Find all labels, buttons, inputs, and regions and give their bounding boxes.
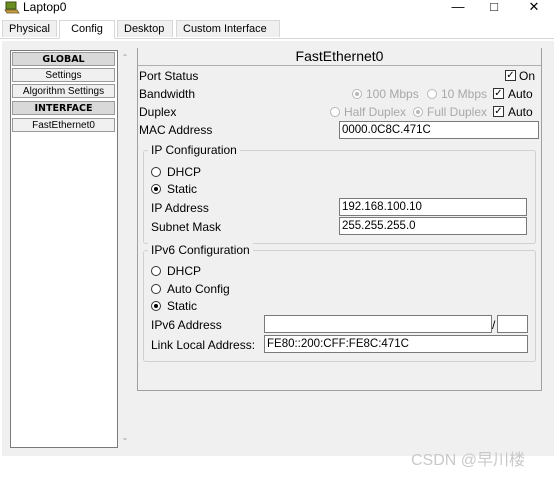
bandwidth-10-radio[interactable] [427, 89, 437, 99]
ipv6-static-label: Static [167, 299, 198, 313]
tab-physical[interactable]: Physical [2, 20, 57, 37]
sidebar-item-fastethernet0[interactable]: FastEthernet0 [12, 118, 115, 132]
ip-address-label: IP Address [151, 201, 209, 215]
scroll-up-icon[interactable]: ⌃ [118, 52, 132, 64]
sidebar-header-interface: INTERFACE [12, 101, 115, 115]
ip-static-label: Static [167, 182, 198, 196]
duplex-auto-label: Auto [508, 105, 533, 119]
ipv6-config-title: IPv6 Configuration [148, 243, 253, 257]
duplex-label: Duplex [139, 105, 177, 119]
panel-title: FastEthernet0 [138, 48, 541, 66]
port-status-label: Port Status [139, 69, 199, 83]
maximize-icon[interactable]: □ [486, 0, 502, 14]
sidebar-header-global: GLOBAL [12, 52, 115, 66]
ip-static-radio[interactable] [151, 184, 161, 194]
watermark: CSDN @早川楼 [411, 452, 526, 469]
mac-address-label: MAC Address [139, 123, 213, 137]
window-title: Laptop0 [23, 0, 67, 14]
mac-address-field[interactable]: 0000.0C8C.471C [339, 121, 539, 139]
ipv6-dhcp-label: DHCP [167, 264, 202, 278]
tab-custom-interface[interactable]: Custom Interface [176, 20, 280, 37]
bandwidth-100-radio[interactable] [352, 89, 362, 99]
subnet-mask-field[interactable]: 255.255.255.0 [339, 217, 527, 235]
ip-address-field[interactable]: 192.168.100.10 [339, 198, 527, 216]
ipv6-prefix-field[interactable] [497, 315, 528, 333]
bandwidth-label: Bandwidth [139, 87, 196, 101]
ip-config-title: IP Configuration [148, 143, 240, 157]
ip-dhcp-label: DHCP [167, 165, 202, 179]
bandwidth-auto-checkbox[interactable]: ✓ [493, 88, 504, 99]
duplex-full-label: Full Duplex [427, 105, 488, 119]
bandwidth-100-label: 100 Mbps [366, 87, 419, 101]
laptop-app-icon [4, 0, 20, 14]
duplex-half-radio[interactable] [330, 107, 340, 117]
duplex-auto-checkbox[interactable]: ✓ [493, 106, 504, 117]
title-bar [0, 0, 554, 17]
ipv6-static-radio[interactable] [151, 301, 161, 311]
ipv6-prefix-slash: / [492, 318, 496, 332]
link-local-address-label: Link Local Address: [151, 338, 256, 352]
port-status-on-label: On [519, 69, 536, 83]
duplex-full-radio[interactable] [413, 107, 423, 117]
ipv6-address-field[interactable] [264, 315, 492, 333]
ip-dhcp-radio[interactable] [151, 167, 161, 177]
duplex-half-label: Half Duplex [344, 105, 407, 119]
ipv6-address-label: IPv6 Address [151, 318, 222, 332]
tab-config[interactable]: Config [59, 20, 115, 39]
bandwidth-auto-label: Auto [508, 87, 533, 101]
port-status-checkbox[interactable]: ✓ [505, 70, 516, 81]
link-local-address-field[interactable]: FE80::200:CFF:FE8C:471C [264, 335, 528, 353]
sidebar-item-settings[interactable]: Settings [12, 68, 115, 82]
ipv6-dhcp-radio[interactable] [151, 266, 161, 276]
bandwidth-10-label: 10 Mbps [441, 87, 488, 101]
ipv6-auto-config-radio[interactable] [151, 284, 161, 294]
scroll-down-icon[interactable]: ⌄ [118, 432, 132, 444]
tab-desktop[interactable]: Desktop [117, 20, 173, 37]
sidebar-scrollbar[interactable] [118, 50, 132, 448]
close-icon[interactable]: ✕ [526, 0, 542, 14]
sidebar-item-algorithm-settings[interactable]: Algorithm Settings [12, 84, 115, 98]
subnet-mask-label: Subnet Mask [151, 220, 222, 234]
ipv6-auto-config-label: Auto Config [167, 282, 230, 296]
minimize-icon[interactable]: — [450, 0, 466, 14]
